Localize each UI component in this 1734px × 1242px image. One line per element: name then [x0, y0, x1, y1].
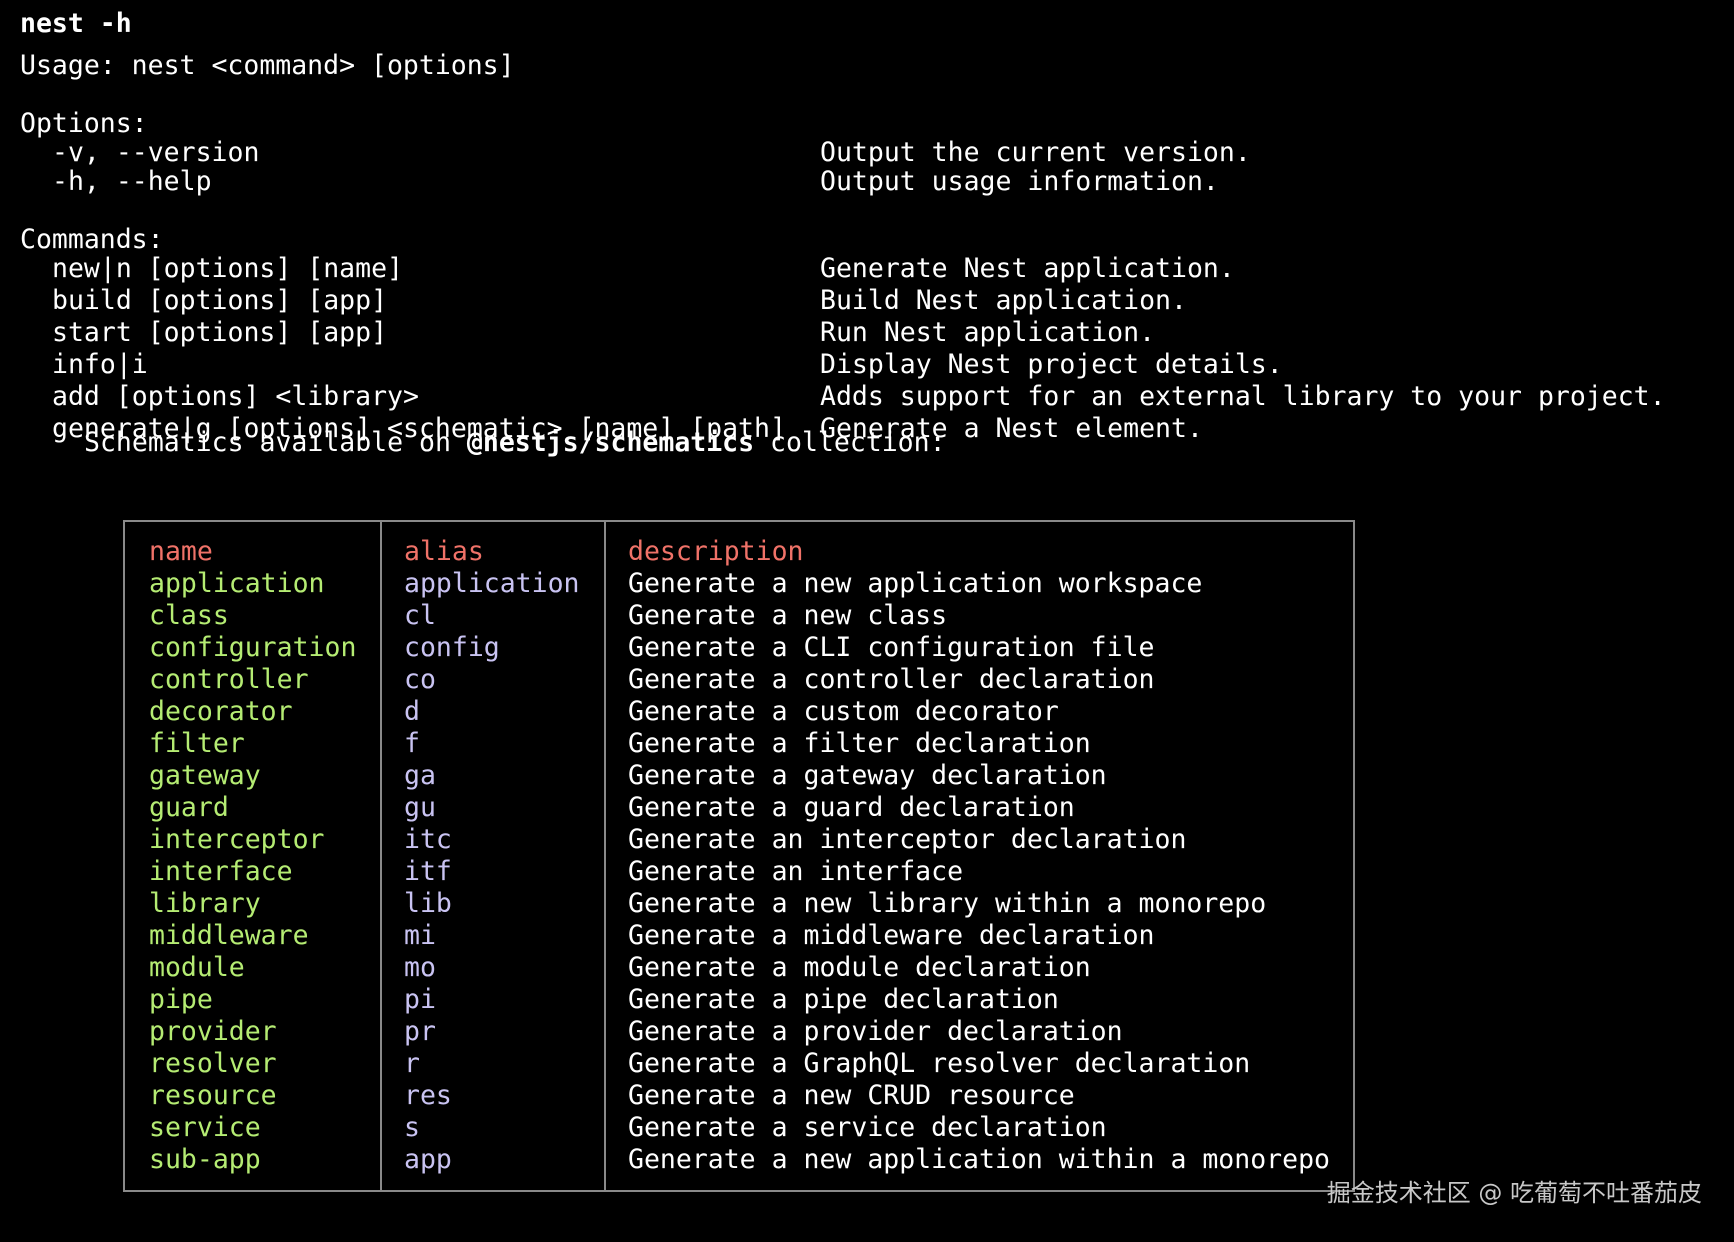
- table-cell-alias: ga: [404, 760, 436, 791]
- table-cell-name: pipe: [149, 984, 213, 1015]
- table-cell-name: decorator: [149, 696, 293, 727]
- table-cell-alias: d: [404, 696, 420, 727]
- table-cell-description: Generate a new application workspace: [628, 568, 1203, 599]
- table-cell-alias: s: [404, 1112, 420, 1143]
- table-cell-name: application: [149, 568, 325, 599]
- option-flag: -v, --version: [52, 137, 260, 168]
- table-cell-alias: lib: [404, 888, 452, 919]
- table-cell-description: Generate a CLI configuration file: [628, 632, 1155, 663]
- table-cell-description: Generate a new CRUD resource: [628, 1080, 1075, 1111]
- option-description: Output the current version.: [820, 137, 1251, 168]
- schematics-collection-name: @nestjs/schematics: [466, 427, 755, 458]
- command-line: nest -h: [20, 8, 132, 39]
- table-cell-name: class: [149, 600, 229, 631]
- table-cell-name: resource: [149, 1080, 277, 1111]
- command-description: Build Nest application.: [820, 285, 1187, 316]
- table-cell-alias: r: [404, 1048, 420, 1079]
- table-cell-alias: itc: [404, 824, 452, 855]
- table-cell-description: Generate a controller declaration: [628, 664, 1155, 695]
- table-cell-alias: app: [404, 1144, 452, 1175]
- table-cell-name: interface: [149, 856, 293, 887]
- column-divider: [604, 522, 606, 1190]
- command-description: Run Nest application.: [820, 317, 1156, 348]
- schematics-note-suffix: collection:: [754, 427, 946, 458]
- watermark: 掘金技术社区 @ 吃葡萄不吐番茄皮: [1326, 1179, 1702, 1207]
- table-cell-description: Generate a GraphQL resolver declaration: [628, 1048, 1251, 1079]
- header-description: description: [628, 536, 804, 567]
- table-cell-alias: mo: [404, 952, 436, 983]
- table-cell-description: Generate a provider declaration: [628, 1016, 1123, 1047]
- table-cell-description: Generate a middleware declaration: [628, 920, 1155, 951]
- option-description: Output usage information.: [820, 166, 1219, 197]
- terminal-window[interactable]: nest -h Usage: nest <command> [options] …: [0, 0, 1734, 1242]
- table-cell-name: guard: [149, 792, 229, 823]
- table-cell-description: Generate a service declaration: [628, 1112, 1107, 1143]
- table-cell-name: module: [149, 952, 245, 983]
- table-cell-name: controller: [149, 664, 309, 695]
- table-cell-alias: res: [404, 1080, 452, 1111]
- table-cell-description: Generate a new class: [628, 600, 948, 631]
- table-cell-name: filter: [149, 728, 245, 759]
- table-cell-description: Generate a pipe declaration: [628, 984, 1059, 1015]
- table-cell-name: sub-app: [149, 1144, 261, 1175]
- command-description: Display Nest project details.: [820, 349, 1283, 380]
- command-description: Adds support for an external library to …: [820, 381, 1666, 412]
- command-usage: info|i: [52, 349, 148, 380]
- table-cell-alias: f: [404, 728, 420, 759]
- command-usage: start [options] [app]: [52, 317, 388, 348]
- command-usage: new|n [options] [name]: [52, 253, 403, 284]
- table-cell-description: Generate a filter declaration: [628, 728, 1091, 759]
- table-cell-name: provider: [149, 1016, 277, 1047]
- table-cell-alias: cl: [404, 600, 436, 631]
- schematics-note: Schematics available on @nestjs/schemati…: [84, 427, 946, 459]
- table-cell-name: gateway: [149, 760, 261, 791]
- table-cell-name: configuration: [149, 632, 357, 663]
- table-cell-alias: application: [404, 568, 580, 599]
- table-cell-description: Generate a gateway declaration: [628, 760, 1107, 791]
- table-cell-name: service: [149, 1112, 261, 1143]
- table-cell-alias: itf: [404, 856, 452, 887]
- column-divider: [380, 522, 382, 1190]
- table-cell-description: Generate a new library within a monorepo: [628, 888, 1267, 919]
- table-cell-description: Generate an interface: [628, 856, 964, 887]
- table-cell-description: Generate an interceptor declaration: [628, 824, 1187, 855]
- commands-header: Commands:: [20, 224, 164, 255]
- table-cell-description: Generate a new application within a mono…: [628, 1144, 1330, 1175]
- table-cell-name: library: [149, 888, 261, 919]
- options-header: Options:: [20, 108, 148, 139]
- table-cell-name: resolver: [149, 1048, 277, 1079]
- usage-line: Usage: nest <command> [options]: [20, 50, 515, 81]
- table-cell-alias: pr: [404, 1016, 436, 1047]
- option-flag: -h, --help: [52, 166, 212, 197]
- header-alias: alias: [404, 536, 484, 567]
- table-cell-description: Generate a custom decorator: [628, 696, 1059, 727]
- command-description: Generate Nest application.: [820, 253, 1235, 284]
- table-cell-description: Generate a guard declaration: [628, 792, 1075, 823]
- header-name: name: [149, 536, 213, 567]
- schematics-note-prefix: Schematics available on: [84, 427, 467, 458]
- table-cell-alias: pi: [404, 984, 436, 1015]
- table-cell-alias: gu: [404, 792, 436, 823]
- table-cell-alias: config: [404, 632, 500, 663]
- table-cell-alias: mi: [404, 920, 436, 951]
- table-cell-name: interceptor: [149, 824, 325, 855]
- command-usage: build [options] [app]: [52, 285, 388, 316]
- table-cell-alias: co: [404, 664, 436, 695]
- schematics-table: name alias description application applic…: [123, 520, 1355, 1192]
- table-cell-description: Generate a module declaration: [628, 952, 1091, 983]
- table-cell-name: middleware: [149, 920, 309, 951]
- command-usage: add [options] <library>: [52, 381, 419, 412]
